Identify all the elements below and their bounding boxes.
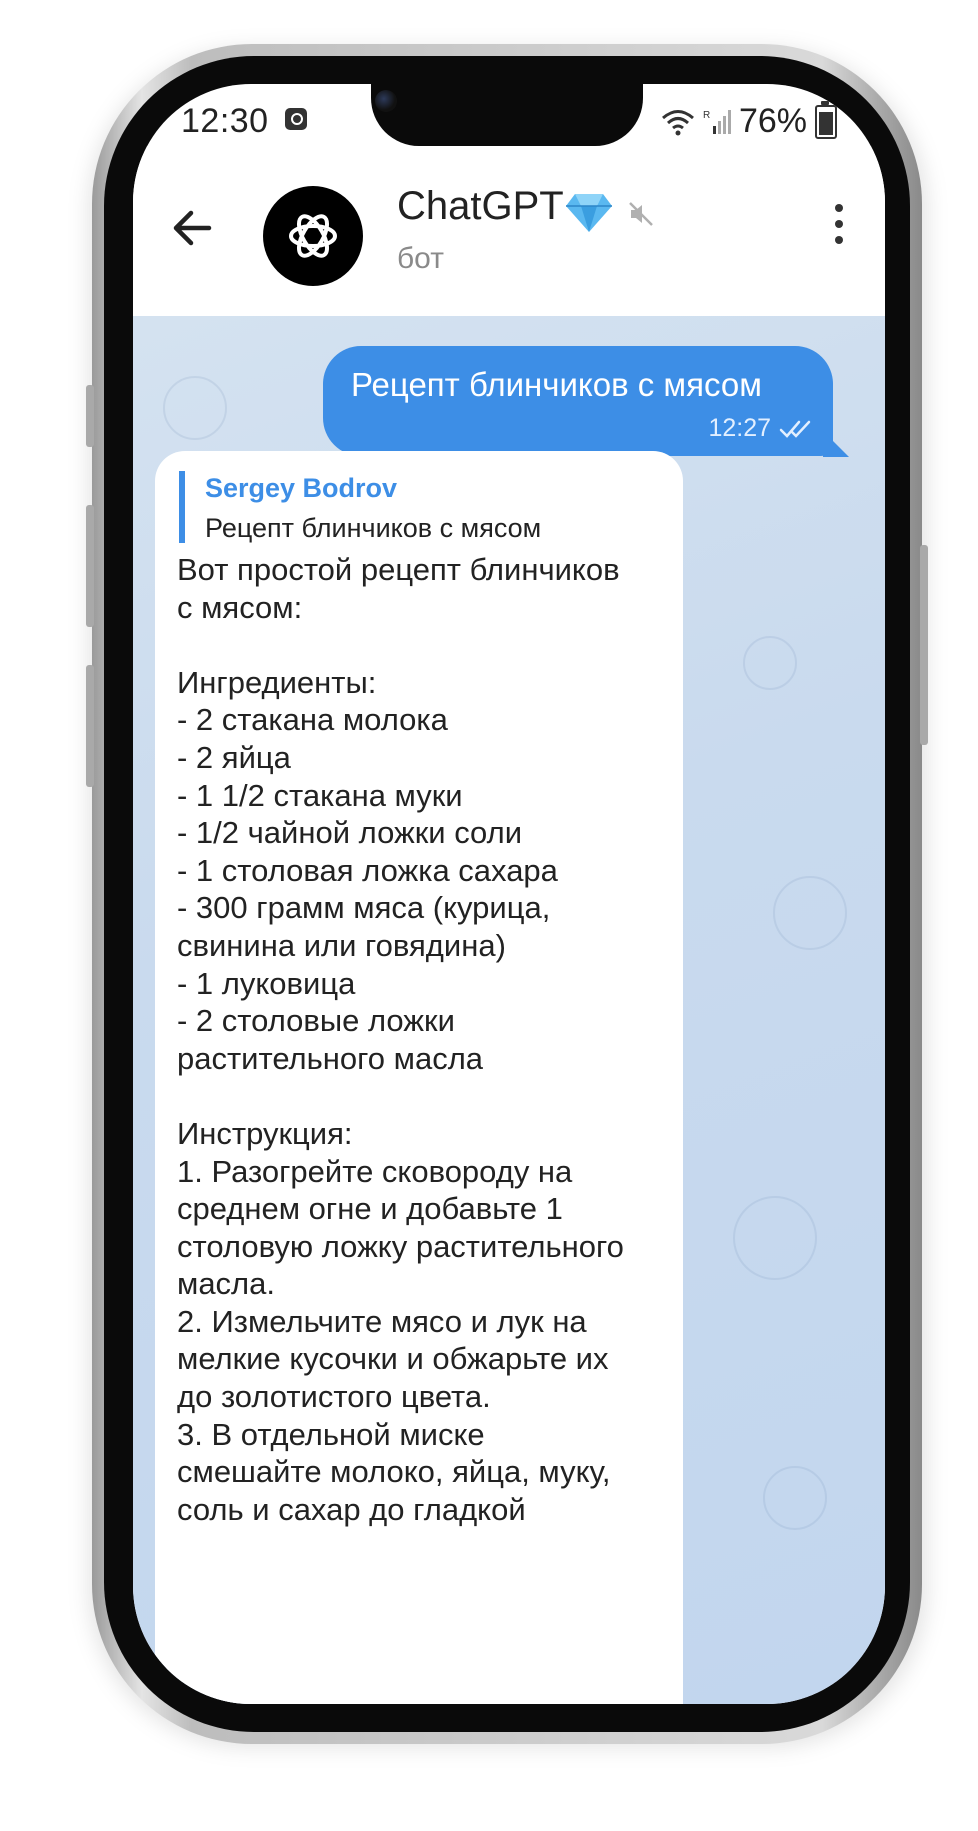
chat-messages[interactable]: Рецепт блинчиков с мясом 12:27 Sergey Bo… — [133, 316, 885, 1704]
menu-dot — [835, 220, 843, 228]
premium-diamond-icon — [566, 194, 612, 232]
wallpaper-doodle — [763, 1466, 827, 1530]
battery-level: 76% — [738, 102, 807, 140]
menu-dot — [835, 236, 843, 244]
mute-icon — [629, 202, 653, 226]
message-time: 12:27 — [708, 414, 771, 442]
outgoing-message-text: Рецепт блинчиков с мясом — [351, 366, 762, 403]
more-vertical-icon[interactable] — [819, 196, 859, 266]
back-arrow-icon[interactable] — [163, 198, 223, 258]
message-meta: 12:27 — [708, 414, 813, 443]
volume-down-button — [86, 665, 94, 787]
incoming-message[interactable]: Sergey Bodrov Рецепт блинчиков с мясом В… — [155, 451, 683, 1704]
svg-text:R: R — [703, 110, 710, 121]
wallpaper-doodle — [733, 1196, 817, 1280]
menu-dot — [835, 204, 843, 212]
wallpaper-doodle — [743, 636, 797, 690]
reply-quote[interactable]: Sergey Bodrov Рецепт блинчиков с мясом — [179, 471, 681, 543]
alarm-icon — [285, 108, 307, 130]
wallpaper-doodle — [773, 876, 847, 950]
wifi-icon — [661, 109, 694, 135]
chat-header: ChatGPT бот — [133, 146, 885, 317]
action-button — [86, 385, 94, 447]
notch — [371, 84, 643, 146]
outgoing-message[interactable]: Рецепт блинчиков с мясом 12:27 — [323, 346, 833, 456]
status-indicators: R 76% — [661, 100, 837, 141]
battery-icon — [815, 100, 837, 139]
power-button — [920, 545, 928, 745]
signal-icon: R — [703, 109, 731, 134]
reply-author: Sergey Bodrov — [205, 473, 398, 503]
front-camera — [375, 90, 397, 112]
volume-up-button — [86, 505, 94, 627]
avatar[interactable] — [263, 186, 363, 286]
incoming-message-text: Вот простой рецепт блинчиков с мясом: Ин… — [177, 552, 624, 1527]
double-check-icon — [779, 420, 811, 438]
reply-text: Рецепт блинчиков с мясом — [205, 513, 542, 543]
chat-title[interactable]: ChatGPT — [397, 184, 564, 229]
status-time: 12:30 — [181, 102, 269, 140]
chat-subtitle: бот — [397, 242, 444, 275]
wallpaper-doodle — [163, 376, 227, 440]
openai-logo-icon — [289, 214, 337, 258]
phone-screen: 12:30 R 76% ChatGPT бот Рецепт блинчиков… — [133, 84, 885, 1704]
